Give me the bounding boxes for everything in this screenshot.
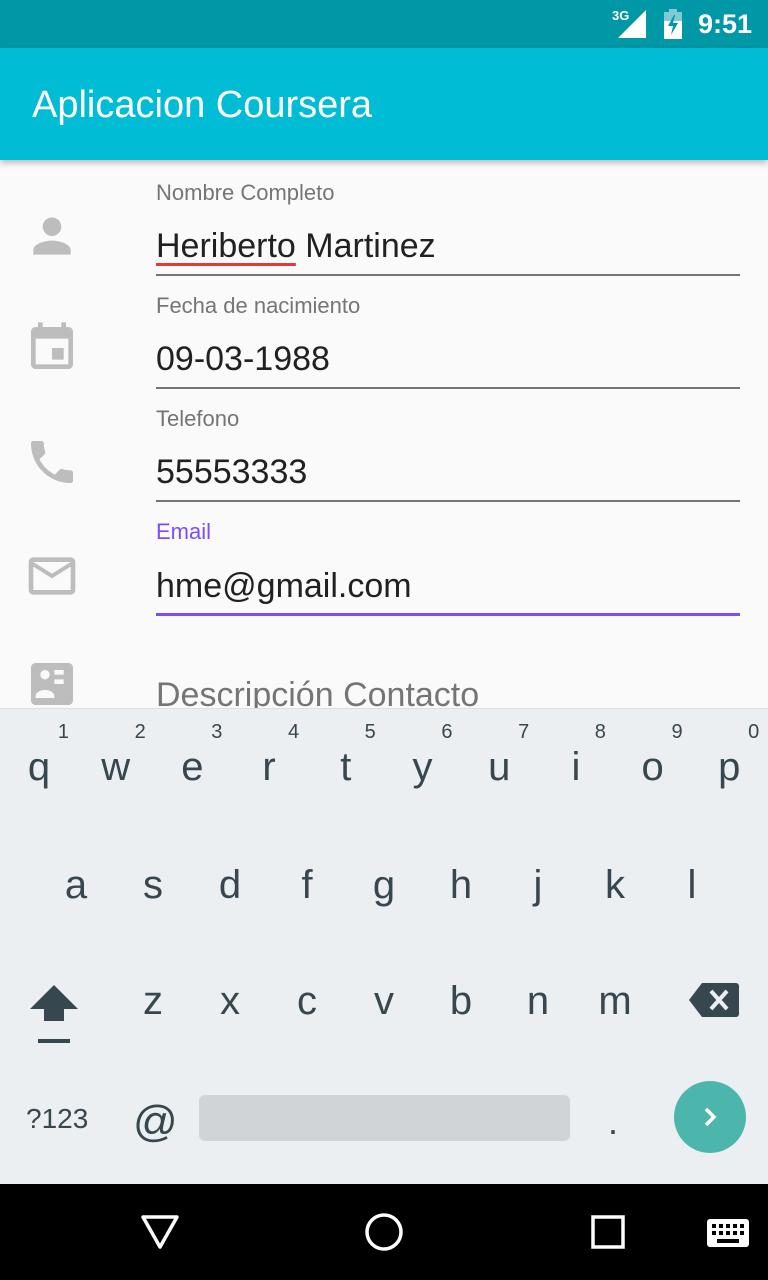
app-bar: Aplicacion Coursera (0, 48, 768, 160)
key-r[interactable]: 4r (231, 709, 307, 819)
fecha-label: Fecha de nacimiento (156, 293, 361, 318)
key-y[interactable]: 6y (385, 709, 461, 819)
key-letter: t (340, 745, 352, 789)
key-v[interactable]: v (346, 943, 422, 1053)
nombre-input[interactable]: Heriberto Martinez (156, 224, 740, 276)
contact-card-icon (31, 663, 73, 705)
key-k[interactable]: k (577, 827, 653, 937)
navigation-bar (0, 1184, 768, 1280)
screen: 3G 9:51 Aplicacion Coursera Nombre Compl… (0, 0, 768, 1280)
key-letter: v (374, 979, 394, 1023)
key-q[interactable]: 1q (1, 709, 77, 819)
key-letter: r (262, 745, 276, 789)
period-key[interactable]: . (608, 1101, 618, 1143)
key-a[interactable]: a (38, 827, 114, 937)
key-j[interactable]: j (500, 827, 576, 937)
key-hint: 4 (287, 721, 300, 743)
email-label: Email (156, 519, 212, 544)
key-hint: 1 (57, 721, 69, 743)
key-letter: d (218, 863, 242, 907)
status-bar: 3G 9:51 (0, 0, 768, 48)
key-e[interactable]: 3e (154, 709, 230, 819)
key-letter: a (64, 863, 88, 907)
key-d[interactable]: d (192, 827, 268, 937)
app-title: Aplicacion Coursera (32, 84, 373, 126)
key-letter: g (372, 863, 396, 907)
soft-keyboard: 1q2w3e4r5t6y7u8i9o0p asdfghjkl zxcvbnm ?… (0, 708, 768, 1184)
key-letter: q (27, 745, 51, 789)
key-hint: 8 (594, 721, 606, 743)
key-g[interactable]: g (346, 827, 422, 937)
key-letter: n (526, 979, 550, 1023)
key-letter: k (605, 863, 625, 907)
key-w[interactable]: 2w (78, 709, 154, 819)
shift-key[interactable] (28, 985, 80, 1045)
backspace-key[interactable] (688, 981, 740, 1019)
key-t[interactable]: 5t (308, 709, 384, 819)
key-f[interactable]: f (269, 827, 345, 937)
key-h[interactable]: h (423, 827, 499, 937)
back-icon[interactable] (140, 1214, 180, 1250)
key-letter: j (533, 863, 543, 907)
chevron-right-icon (704, 1107, 717, 1127)
fecha-input[interactable]: 09-03-1988 (156, 337, 740, 389)
key-letter: x (220, 979, 240, 1023)
key-l[interactable]: l (654, 827, 730, 937)
key-letter: w (101, 745, 131, 789)
at-key[interactable]: @ (133, 1097, 178, 1147)
key-letter: l (687, 863, 697, 907)
nombre-label: Nombre Completo (156, 180, 335, 205)
key-c[interactable]: c (269, 943, 345, 1053)
key-letter: i (571, 745, 581, 789)
key-hint: 3 (211, 721, 223, 743)
next-key[interactable] (674, 1081, 746, 1153)
signal-icon (618, 10, 646, 38)
key-letter: z (143, 979, 163, 1023)
key-x[interactable]: x (192, 943, 268, 1053)
mail-icon (28, 557, 76, 595)
symbols-key[interactable]: ?123 (26, 1103, 88, 1135)
key-hint: 5 (364, 721, 376, 743)
key-b[interactable]: b (423, 943, 499, 1053)
key-s[interactable]: s (115, 827, 191, 937)
phone-icon (31, 441, 73, 483)
recents-icon[interactable] (590, 1214, 626, 1250)
keyboard-switch-icon[interactable] (706, 1218, 750, 1248)
key-letter: f (301, 863, 313, 907)
battery-icon (664, 9, 682, 39)
telefono-input[interactable]: 55553333 (156, 450, 740, 502)
key-hint: 6 (441, 721, 453, 743)
home-icon[interactable] (364, 1212, 404, 1252)
calendar-icon (31, 322, 73, 369)
telefono-label: Telefono (156, 406, 240, 431)
key-letter: y (412, 745, 433, 789)
key-letter: e (181, 745, 204, 789)
key-letter: h (449, 863, 473, 907)
email-input[interactable]: hme@gmail.com (156, 564, 740, 616)
spacebar[interactable] (199, 1095, 570, 1141)
key-letter: u (488, 745, 511, 789)
key-z[interactable]: z (115, 943, 191, 1053)
key-u[interactable]: 7u (461, 709, 537, 819)
key-hint: 9 (671, 721, 683, 743)
key-n[interactable]: n (500, 943, 576, 1053)
nombre-value-misspelled: Heriberto (156, 227, 296, 265)
clock: 9:51 (698, 9, 753, 39)
key-hint: 7 (518, 721, 530, 743)
key-letter: p (718, 745, 741, 789)
person-icon (33, 217, 71, 255)
key-letter: c (297, 979, 317, 1023)
key-p[interactable]: 0p (691, 709, 767, 819)
key-m[interactable]: m (577, 943, 653, 1053)
nombre-value-rest: Martinez (295, 227, 436, 265)
key-hint: 0 (748, 721, 760, 743)
key-hint: 2 (134, 721, 146, 743)
key-letter: m (598, 979, 632, 1023)
key-o[interactable]: 9o (615, 709, 691, 819)
key-letter: o (641, 745, 664, 789)
key-letter: s (143, 863, 163, 907)
key-letter: b (449, 979, 473, 1023)
key-i[interactable]: 8i (538, 709, 614, 819)
